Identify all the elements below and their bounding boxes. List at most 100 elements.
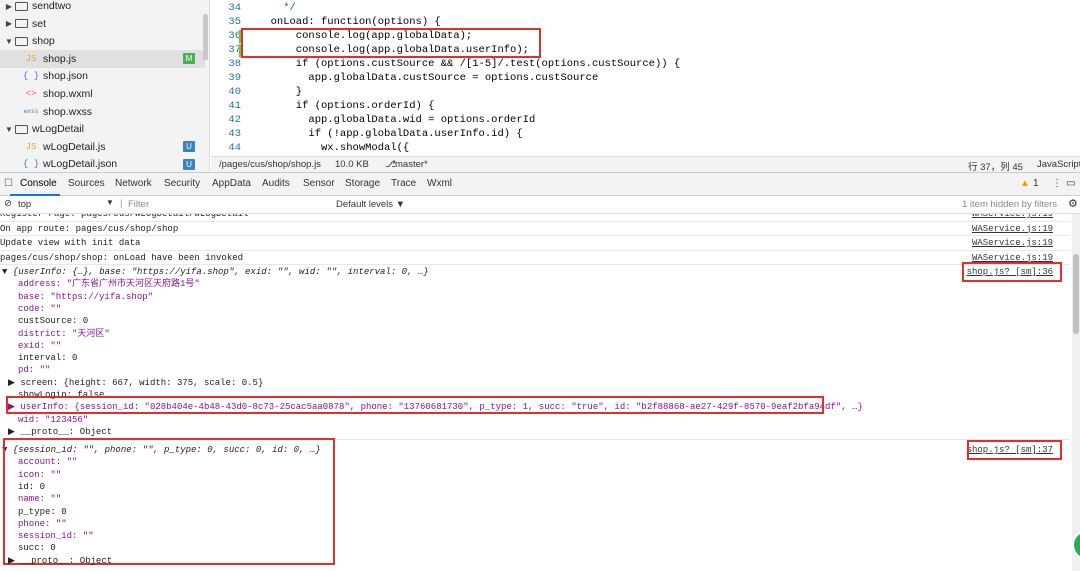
tree-item-label: shop.wxss (43, 105, 93, 118)
tree-item[interactable]: ▼ wLogDetail (0, 120, 205, 138)
tab-security[interactable]: Security (164, 178, 200, 189)
tree-item-label: shop (32, 35, 55, 48)
code-line[interactable]: if (options.custSource && /[1-5]/.test(o… (258, 58, 680, 70)
filter-icon: | (120, 198, 123, 209)
log-levels-select[interactable]: Default levels ▼ (336, 199, 405, 210)
more-options-icon[interactable]: ⋮ (1052, 178, 1062, 189)
object-property: phone: "" (18, 518, 67, 529)
code-line[interactable]: if (options.orderId) { (258, 100, 435, 112)
object-property: code: "" (18, 303, 62, 314)
warning-icon[interactable]: ▲ (1020, 178, 1030, 189)
tab-wxml[interactable]: Wxml (427, 178, 452, 189)
tree-item-label: shop.wxml (43, 88, 93, 100)
tab-network[interactable]: Network (115, 178, 152, 189)
line-number: 36 (228, 30, 241, 42)
tree-item[interactable]: { } shop.json (0, 67, 205, 85)
object-property: wid: "123456" (18, 414, 89, 425)
line-number: 35 (228, 16, 241, 28)
tree-item-label: sendtwo (32, 0, 72, 12)
object-property: ▶ __proto__: Object (8, 555, 113, 566)
wxml-file-icon: <> (25, 89, 37, 99)
tree-item[interactable]: wxss shop.wxss (0, 103, 205, 121)
git-status-badge: U (183, 158, 195, 170)
tab-console[interactable]: Console (20, 178, 57, 189)
tree-item-label: shop.json (43, 70, 88, 83)
tree-item[interactable]: <> shop.wxml (0, 85, 205, 103)
code-line[interactable]: wx.showModal({ (258, 142, 409, 154)
line-number: 43 (228, 128, 241, 140)
source-link[interactable]: WAService.js:19 (972, 214, 1053, 220)
log-message: pages/cus/shop/shop: onLoad have been in… (0, 252, 244, 263)
tree-item-label: wLogDetail (32, 123, 84, 136)
object-property: address: "广东省广州市天河区天府路1号" (18, 279, 200, 290)
object-property: district: "天河区" (18, 328, 110, 339)
folder-icon (15, 124, 28, 134)
console-scrollbar[interactable] (1072, 214, 1080, 571)
object-property: ▶ __proto__: Object (8, 426, 113, 437)
console-settings-icon[interactable]: ⚙ (1068, 197, 1078, 210)
file-tree-scrollbar[interactable] (203, 14, 208, 60)
highlight-box (6, 396, 824, 415)
filter-input[interactable]: Filter (128, 199, 149, 210)
object-property: succ: 0 (18, 543, 56, 554)
tab-sources[interactable]: Sources (68, 178, 105, 189)
tab-trace[interactable]: Trace (391, 178, 416, 189)
git-status-badge: U (183, 141, 195, 153)
object-property: exid: "" (18, 340, 62, 351)
tree-item[interactable]: ▼ shop (0, 32, 205, 50)
json-file-icon: { } (22, 159, 40, 170)
tree-item[interactable]: JS wLogDetail.js U (0, 138, 205, 156)
object-property: name: "" (18, 494, 62, 505)
status-branch[interactable]: master* (395, 159, 428, 170)
chevron-right-icon[interactable]: ▶ (4, 19, 14, 28)
row-divider (0, 220, 1070, 222)
code-line[interactable]: */ (258, 2, 296, 14)
log-message: Register Page: pages/cus/wLogDetail/wLog… (0, 214, 249, 219)
js-file-icon: JS (25, 141, 37, 152)
code-line[interactable]: app.globalData.custSource = options.cust… (258, 72, 598, 84)
context-dropdown-icon[interactable]: ▼ (106, 198, 114, 207)
object-property: pd: "" (18, 365, 51, 376)
code-line[interactable]: onLoad: function(options) { (258, 16, 441, 28)
folder-icon (15, 19, 28, 29)
line-number: 39 (228, 72, 241, 84)
line-number: 34 (228, 2, 241, 14)
tree-item[interactable]: ▶ sendtwo (0, 0, 205, 15)
code-line[interactable]: if (!app.globalData.userInfo.id) { (258, 128, 522, 140)
console-scroll-thumb[interactable] (1073, 254, 1079, 334)
file-tree: ▶ sendtwo ▶ set ▼ shop JS shop.js M{ } shop.json <… (0, 0, 210, 172)
chevron-down-icon[interactable]: ▼ (4, 37, 14, 46)
row-divider (0, 264, 1070, 265)
warning-count[interactable]: 1 (1033, 178, 1039, 189)
tab-audits[interactable]: Audits (262, 178, 290, 189)
tree-item[interactable]: { } wLogDetail.json U (0, 155, 205, 172)
tab-storage[interactable]: Storage (345, 178, 380, 189)
tab-sensor[interactable]: Sensor (303, 178, 335, 189)
code-line[interactable]: app.globalData.wid = options.orderId (258, 114, 535, 126)
console-output: Register Page: pages/cus/wLogDetail/wLog… (0, 214, 1080, 571)
dock-icon[interactable]: ▭ (1066, 178, 1075, 189)
chevron-right-icon[interactable]: ▶ (4, 2, 14, 11)
log-message: On app route: pages/cus/shop/shop (0, 223, 179, 234)
status-file-size: 10.0 KB (335, 159, 369, 170)
line-number: 40 (228, 86, 241, 98)
status-language[interactable]: JavaScript (1037, 159, 1080, 170)
tree-item-label: shop.js (43, 52, 77, 65)
code-line[interactable]: } (258, 86, 302, 98)
tree-item[interactable]: JS shop.js M (0, 49, 205, 68)
object-property: id: 0 (18, 481, 46, 492)
code-editor[interactable]: 34 */35 onLoad: function(options) {36 co… (211, 0, 1080, 156)
git-status-badge: M (183, 53, 195, 65)
object-property: p_type: 0 (18, 506, 67, 517)
inspect-icon[interactable]: ☐ (4, 178, 13, 189)
source-link[interactable]: WAService.js:19 (972, 223, 1053, 235)
clear-console-icon[interactable]: ⊘ (4, 198, 12, 209)
tree-item[interactable]: ▶ set (0, 15, 205, 33)
tree-item-label: wLogDetail.json (43, 158, 118, 171)
chevron-down-icon[interactable]: ▼ (4, 125, 14, 134)
context-select[interactable]: top (18, 199, 31, 210)
tab-appdata[interactable]: AppData (212, 178, 251, 189)
wxss-file-icon: wxss (23, 108, 39, 116)
source-link[interactable]: WAService.js:19 (972, 237, 1053, 249)
status-cursor-position[interactable]: 行 37，列 45 (968, 159, 1023, 173)
